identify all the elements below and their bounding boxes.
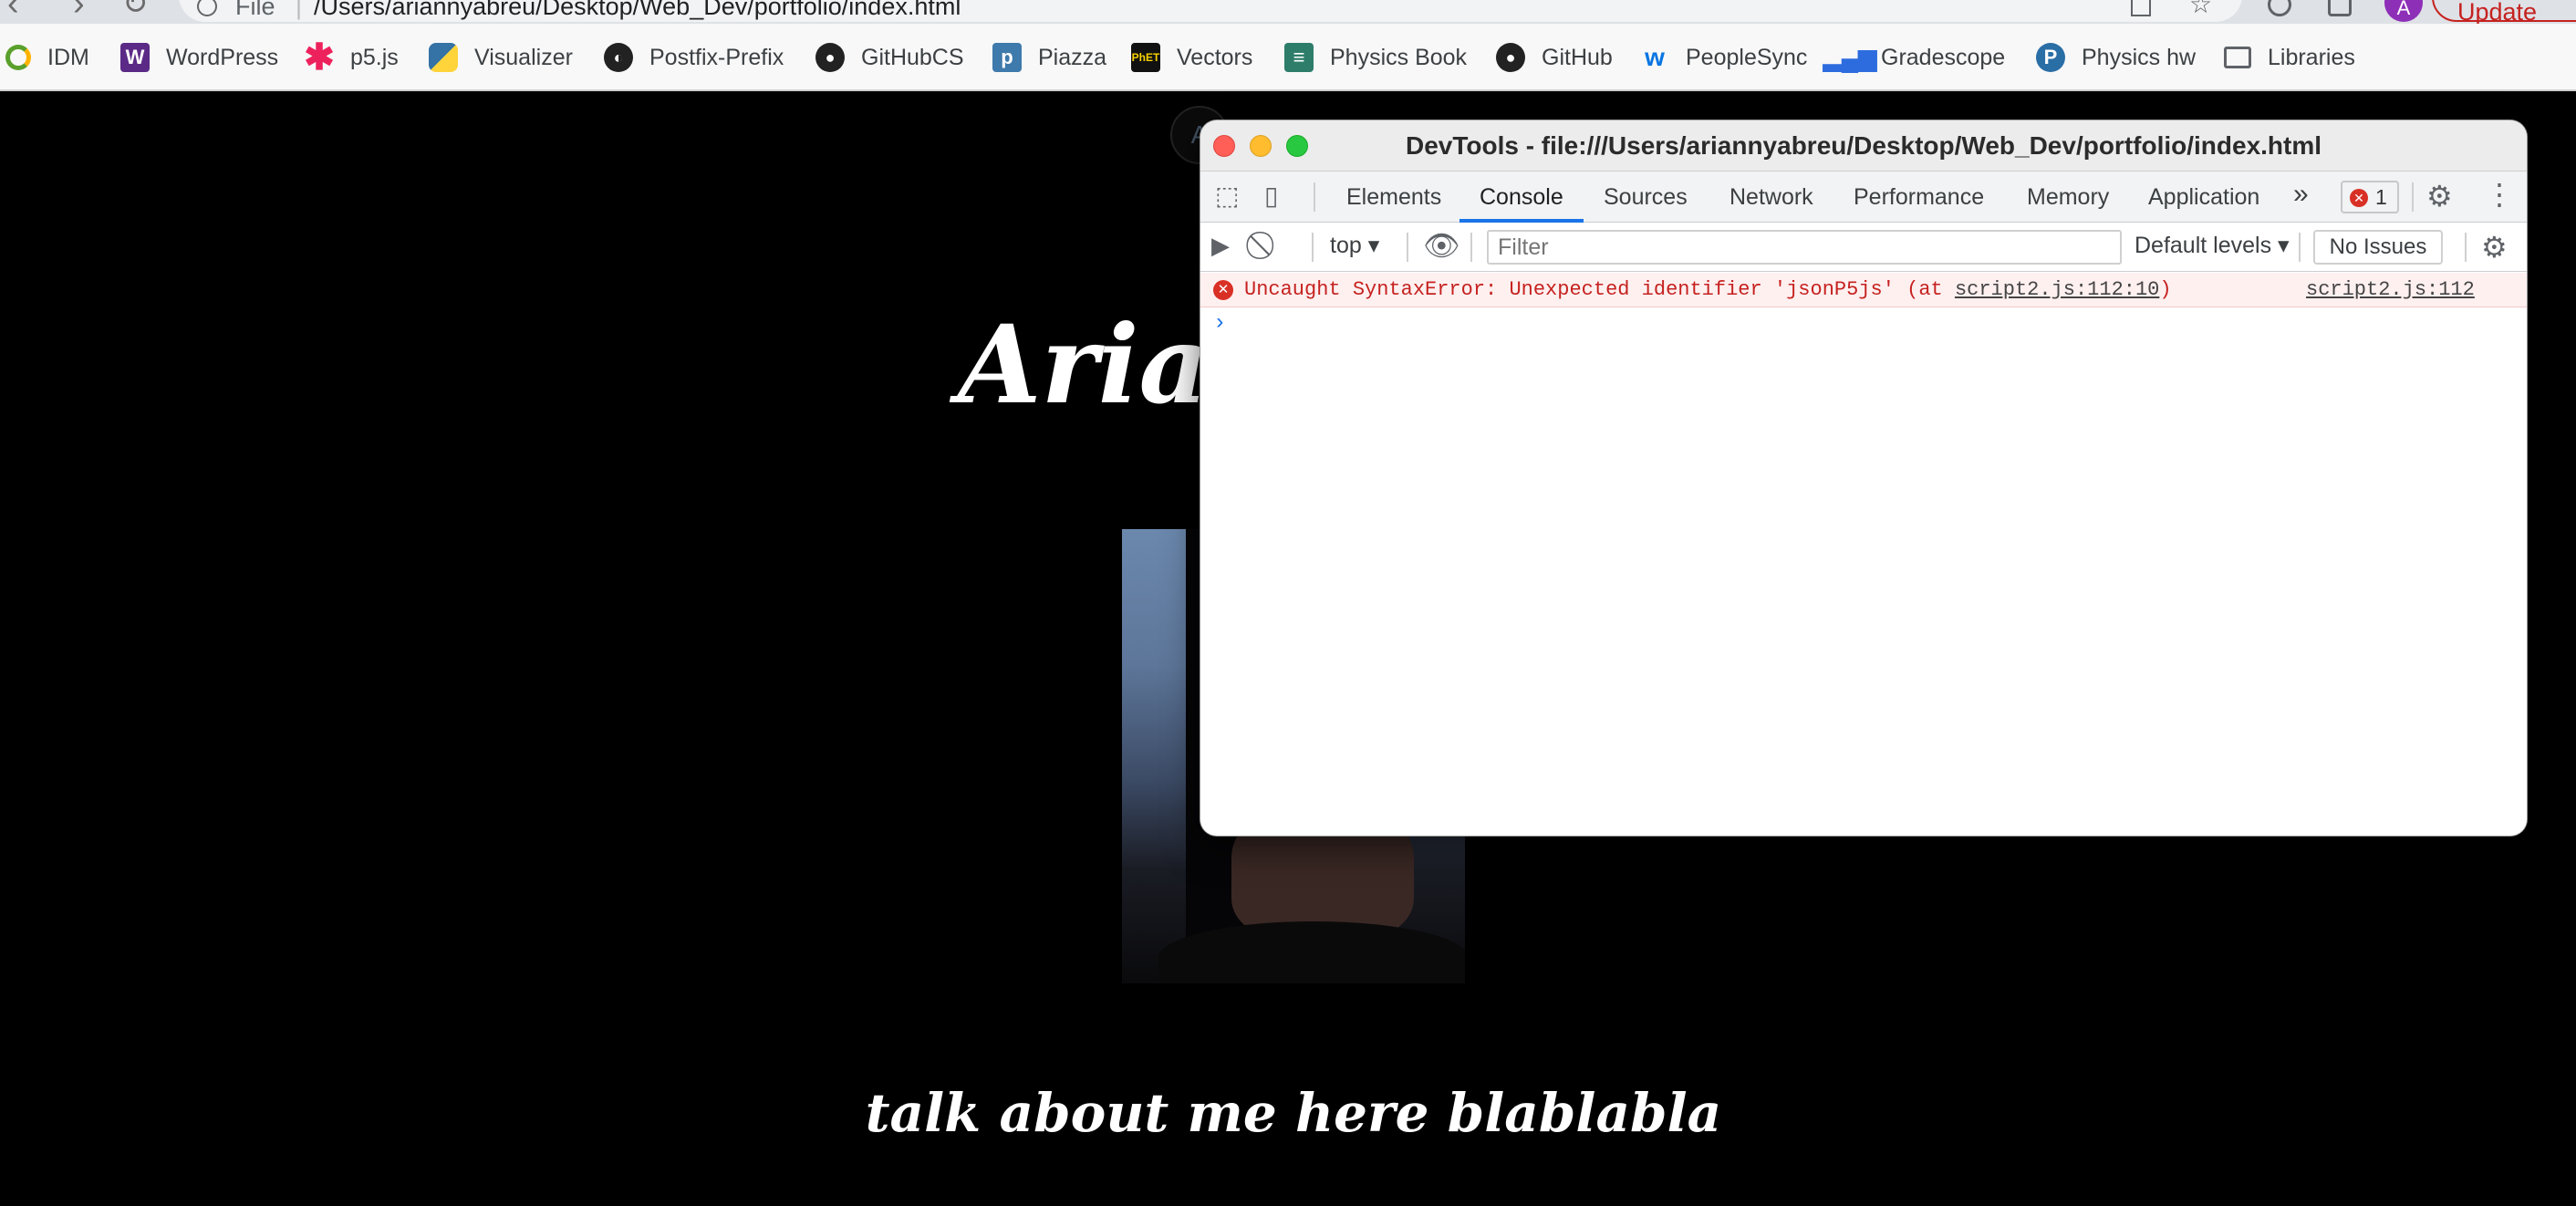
bookmark-physics-hw[interactable]: P Physics hw	[2036, 41, 2196, 74]
bookmark-postfix-prefix[interactable]: ◐ Postfix-Prefix	[604, 41, 784, 74]
bookmark-label: Piazza	[1038, 44, 1107, 70]
bookmark-label: Gradescope	[1881, 44, 2006, 70]
bookmark-label: Visualizer	[474, 44, 573, 70]
bookmark-label: Libraries	[2268, 44, 2355, 70]
bookmark-idm[interactable]: IDM	[5, 41, 89, 74]
url-text[interactable]: /Users/ariannyabreu/Desktop/Web_Dev/port…	[314, 0, 961, 21]
error-text: Uncaught SyntaxError: Unexpected identif…	[1244, 278, 1955, 301]
issues-button[interactable]: No Issues	[2313, 230, 2443, 265]
bookmark-p5js[interactable]: ✱ p5.js	[304, 37, 399, 78]
globe-icon: ◐	[604, 43, 633, 72]
github-icon: ●	[1496, 43, 1525, 72]
side-panel-icon[interactable]	[2328, 0, 2352, 16]
bookmark-wordpress[interactable]: W WordPress	[120, 41, 278, 74]
url-separator: |	[296, 0, 303, 20]
bookmark-label: Vectors	[1177, 44, 1253, 70]
tab-memory[interactable]: Memory	[2027, 184, 2109, 211]
console-settings-gear-icon[interactable]: ⚙	[2481, 230, 2508, 265]
error-icon: ✕	[2350, 189, 2368, 207]
github-icon: ●	[815, 43, 845, 72]
bookmark-label: Physics Book	[1330, 44, 1468, 70]
forward-icon[interactable]: ›	[73, 0, 85, 22]
url-scheme: File	[235, 0, 275, 20]
p5-asterisk-icon: ✱	[304, 37, 335, 78]
folder-icon	[2224, 47, 2251, 68]
more-options-icon[interactable]: ⋮	[2485, 177, 2514, 212]
device-toolbar-icon[interactable]: ▯	[1264, 181, 1278, 211]
devtools-title: DevTools - file:///Users/ariannyabreu/De…	[1405, 131, 2322, 160]
phet-icon: PhET	[1131, 43, 1160, 72]
bookmark-vectors[interactable]: PhET Vectors	[1131, 41, 1252, 74]
error-icon: ✕	[1213, 280, 1233, 300]
bookmark-githubcs[interactable]: ● GitHubCS	[815, 41, 964, 74]
sidebar-toggle-icon[interactable]: ▶	[1211, 232, 1230, 260]
back-icon[interactable]: ‹	[7, 0, 19, 22]
tab-performance[interactable]: Performance	[1854, 184, 1984, 211]
settings-gear-icon[interactable]: ⚙	[2426, 179, 2453, 213]
profile-avatar[interactable]: A	[2384, 0, 2423, 22]
book-icon: ≡	[1284, 43, 1314, 72]
bookmark-visualizer[interactable]: Visualizer	[429, 41, 573, 74]
bookmark-star-icon[interactable]: ☆	[2189, 0, 2212, 19]
browser-toolbar: ‹ › ↻ File | /Users/ariannyabreu/Desktop…	[0, 0, 2576, 24]
devtools-tab-bar: ⬚ ▯ Elements Console Sources Network Per…	[1200, 172, 2527, 223]
console-toolbar: ▶ ⃠ top ▾ 👁 Default levels ▾ No Issues ⚙	[1200, 223, 2527, 272]
python-icon	[429, 43, 458, 72]
update-button[interactable]: Update	[2432, 0, 2576, 24]
bookmark-label: p5.js	[350, 44, 399, 70]
bookmark-github[interactable]: ● GitHub	[1496, 41, 1613, 74]
bookmark-label: IDM	[47, 44, 89, 70]
devtools-titlebar[interactable]: DevTools - file:///Users/ariannyabreu/De…	[1200, 120, 2527, 172]
site-info-icon[interactable]	[197, 0, 217, 16]
bookmark-label: Postfix-Prefix	[649, 44, 784, 70]
error-message: Uncaught SyntaxError: Unexpected identif…	[1244, 278, 2172, 301]
bookmark-label: Physics hw	[2082, 44, 2197, 70]
error-source-link[interactable]: script2.js:112	[2306, 278, 2475, 301]
bookmark-physics-book[interactable]: ≡ Physics Book	[1284, 41, 1467, 74]
inspect-element-icon[interactable]: ⬚	[1215, 181, 1239, 211]
error-text-end: )	[2159, 278, 2172, 301]
bookmark-gradescope[interactable]: ▂▄▆ Gradescope	[1823, 41, 2006, 74]
levels-label: Default levels	[2135, 233, 2272, 258]
about-text: talk about me here blablabla	[865, 1082, 1722, 1144]
reload-icon[interactable]: ↻	[122, 0, 149, 22]
bookmark-peoplesync[interactable]: w PeopleSync	[1640, 41, 1807, 74]
bookmarks-bar: IDM W WordPress ✱ p5.js Visualizer ◐ Pos…	[0, 24, 2576, 91]
tab-application[interactable]: Application	[2148, 184, 2259, 211]
context-selector[interactable]: top ▾	[1330, 232, 1379, 259]
bookmark-piazza[interactable]: p Piazza	[992, 41, 1106, 74]
bookmark-label: GitHub	[1542, 44, 1613, 70]
devtools-window: DevTools - file:///Users/ariannyabreu/De…	[1200, 120, 2527, 836]
tab-network[interactable]: Network	[1729, 184, 1813, 211]
address-bar[interactable]: File | /Users/ariannyabreu/Desktop/Web_D…	[179, 0, 2242, 22]
console-error-row[interactable]: ✕ Uncaught SyntaxError: Unexpected ident…	[1200, 273, 2527, 307]
live-expression-eye-icon[interactable]: 👁	[1423, 228, 1460, 263]
tab-sources[interactable]: Sources	[1604, 184, 1688, 211]
tab-console[interactable]: Console	[1480, 184, 1563, 211]
filter-input[interactable]	[1487, 230, 2122, 265]
extensions-icon[interactable]	[2268, 0, 2291, 16]
bookmark-libraries[interactable]: Libraries	[2224, 41, 2355, 74]
log-levels-dropdown[interactable]: Default levels ▾	[2135, 232, 2290, 259]
console-prompt-icon[interactable]: ›	[1213, 311, 1226, 336]
more-tabs-icon[interactable]: »	[2293, 179, 2309, 210]
idm-ring-icon	[5, 45, 31, 70]
pearson-icon: P	[2036, 43, 2065, 72]
wordpress-icon: W	[120, 43, 150, 72]
share-icon[interactable]	[2131, 0, 2151, 16]
bookmark-label: PeopleSync	[1686, 44, 1808, 70]
bar-chart-icon: ▂▄▆	[1823, 43, 1877, 71]
console-output[interactable]: ✕ Uncaught SyntaxError: Unexpected ident…	[1200, 273, 2527, 836]
bookmark-label: GitHubCS	[861, 44, 964, 70]
workday-icon: w	[1645, 43, 1665, 71]
tab-elements[interactable]: Elements	[1346, 184, 1441, 211]
error-count-badge[interactable]: ✕ 1	[2341, 181, 2399, 213]
bookmark-label: WordPress	[166, 44, 279, 70]
error-location-link[interactable]: script2.js:112:10	[1955, 278, 2159, 301]
context-label: top	[1330, 233, 1362, 258]
piazza-icon: p	[992, 43, 1022, 72]
